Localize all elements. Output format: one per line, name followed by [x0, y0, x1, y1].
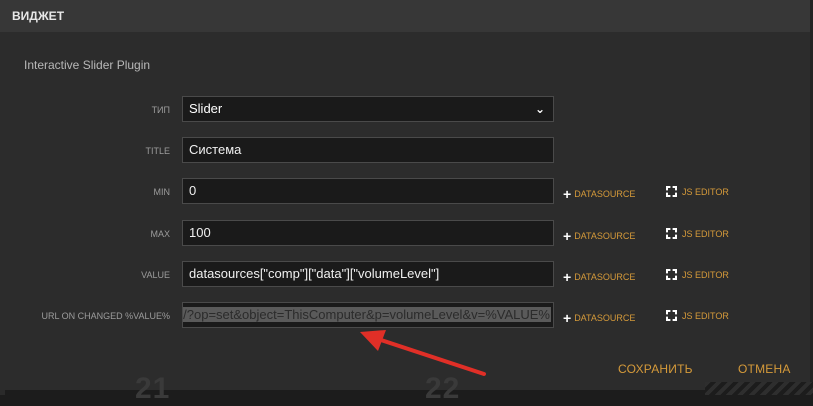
red-arrow-icon — [360, 330, 486, 376]
arrow-shaft — [370, 335, 486, 376]
